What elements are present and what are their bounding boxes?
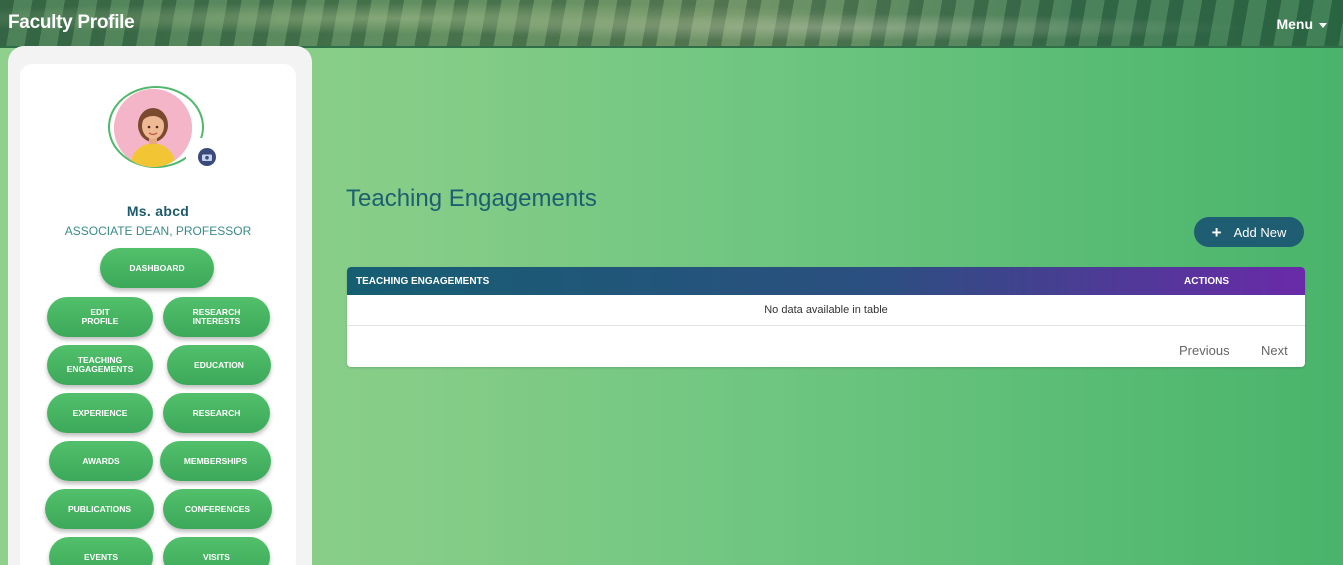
teaching-engagements-button[interactable]: TEACHING ENGAGEMENTS (47, 345, 153, 385)
profile-title: ASSOCIATE DEAN, PROFESSOR (64, 224, 252, 238)
column-header-engagements[interactable]: TEACHING ENGAGEMENTS (356, 276, 489, 287)
next-page-button[interactable]: Next (1261, 343, 1288, 358)
research-button[interactable]: RESEARCH (163, 393, 270, 433)
publications-button[interactable]: PUBLICATIONS (45, 489, 154, 529)
research-interests-button[interactable]: RESEARCH INTERESTS (163, 297, 270, 337)
camera-icon[interactable] (198, 148, 216, 166)
edit-profile-button[interactable]: EDIT PROFILE (47, 297, 153, 337)
experience-button[interactable]: EXPERIENCE (47, 393, 153, 433)
plus-icon: + (1211, 222, 1222, 242)
engagements-table: TEACHING ENGAGEMENTS ACTIONS No data ava… (347, 267, 1305, 367)
previous-page-button[interactable]: Previous (1179, 343, 1230, 358)
page-title: Teaching Engagements (346, 185, 597, 212)
avatar-container (108, 86, 216, 172)
table-header: TEACHING ENGAGEMENTS ACTIONS (347, 267, 1305, 295)
memberships-button[interactable]: MEMBERSHIPS (160, 441, 271, 481)
dashboard-button[interactable]: DASHBOARD (100, 248, 214, 288)
avatar-icon (114, 89, 192, 167)
conferences-button[interactable]: CONFERENCES (163, 489, 272, 529)
column-header-actions: ACTIONS (1184, 276, 1229, 287)
caret-down-icon (1319, 22, 1327, 28)
awards-button[interactable]: AWARDS (49, 441, 153, 481)
menu-dropdown[interactable]: Menu (1276, 16, 1327, 32)
education-button[interactable]: EDUCATION (167, 345, 271, 385)
menu-label: Menu (1276, 16, 1313, 32)
profile-name: Ms. abcd (126, 203, 190, 219)
add-new-label: Add New (1233, 224, 1287, 240)
visits-button[interactable]: VISITS (163, 537, 270, 565)
avatar (114, 89, 192, 167)
pagination: Previous Next (347, 326, 1305, 366)
events-button[interactable]: EVENTS (49, 537, 153, 565)
brand-title[interactable]: Faculty Profile (8, 12, 135, 34)
empty-table-row: No data available in table (347, 295, 1305, 326)
empty-table-message: No data available in table (764, 304, 888, 316)
add-new-button[interactable]: + Add New (1194, 217, 1304, 247)
top-navbar: Faculty Profile Menu (0, 0, 1343, 48)
